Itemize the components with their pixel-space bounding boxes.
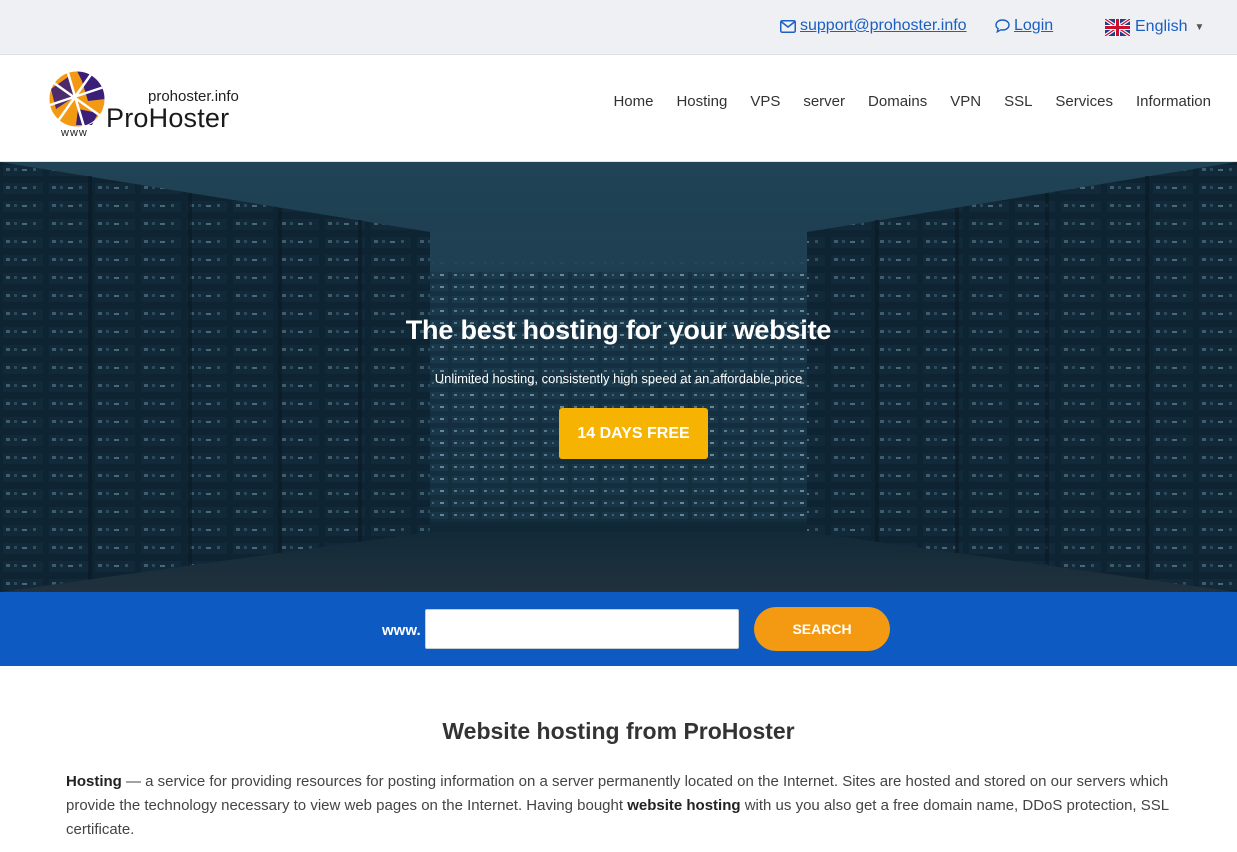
- login-text: Login: [1014, 17, 1054, 34]
- nav-vps[interactable]: VPS: [739, 93, 792, 110]
- nav-vpn[interactable]: VPN: [939, 93, 993, 110]
- support-email-link[interactable]: support@prohoster.info: [780, 17, 967, 35]
- www-prefix-label: www.: [382, 622, 421, 639]
- nav-home[interactable]: Home: [602, 93, 665, 110]
- nav-hosting[interactable]: Hosting: [665, 93, 739, 110]
- login-link[interactable]: Login: [995, 17, 1053, 35]
- hero-title: The best hosting for your website: [405, 315, 832, 345]
- hero-subtitle: Unlimited hosting, consistently high spe…: [434, 371, 803, 386]
- site-logo[interactable]: prohoster.info ProHoster www: [48, 69, 248, 144]
- logo-www: www: [61, 127, 88, 139]
- caret-down-icon: ▼: [1194, 21, 1205, 33]
- nav-ssl[interactable]: SSL: [993, 93, 1044, 110]
- nav-information[interactable]: Information: [1124, 93, 1211, 110]
- main-nav: Home Hosting VPS server Domains VPN SSL …: [602, 93, 1211, 110]
- nav-server[interactable]: server: [792, 93, 857, 110]
- section-title: Website hosting from ProHoster: [442, 718, 795, 744]
- domain-search-button[interactable]: SEARCH: [754, 607, 890, 651]
- site-header: prohoster.info ProHoster www Home Hostin…: [0, 55, 1237, 162]
- chat-bubble-icon: [995, 19, 1010, 33]
- top-bar: support@prohoster.info Login English ▼: [0, 0, 1237, 55]
- language-selector[interactable]: English ▼: [1105, 18, 1204, 36]
- domain-search-input[interactable]: [425, 609, 739, 649]
- intro-term-hosting: Hosting: [66, 773, 122, 790]
- free-trial-button[interactable]: 14 DAYS FREE: [559, 408, 708, 459]
- envelope-icon: [780, 19, 796, 33]
- logo-globe-icon: [48, 70, 106, 128]
- support-email-text: support@prohoster.info: [800, 17, 967, 34]
- nav-services[interactable]: Services: [1044, 93, 1125, 110]
- intro-term-website-hosting: website hosting: [627, 797, 741, 814]
- uk-flag-icon: [1105, 18, 1130, 36]
- language-label: English: [1135, 18, 1188, 35]
- nav-domains[interactable]: Domains: [857, 93, 939, 110]
- domain-search-bar: www. SEARCH: [0, 592, 1237, 666]
- hero-banner: The best hosting for your website Unlimi…: [0, 162, 1237, 592]
- intro-paragraph: Hosting — a service for providing resour…: [66, 770, 1186, 842]
- logo-brand: ProHoster: [106, 103, 230, 133]
